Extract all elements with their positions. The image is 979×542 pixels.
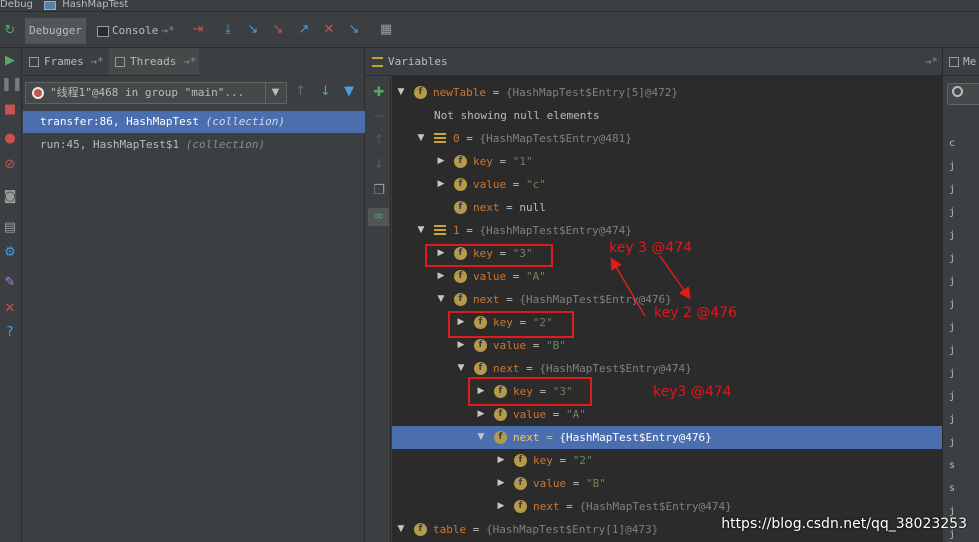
annotation-arrow: [659, 255, 691, 300]
annotation-arrows: [610, 255, 691, 317]
watermark: https://blog.csdn.net/qq_38023253: [721, 516, 967, 532]
annotation-arrow: [610, 257, 646, 317]
